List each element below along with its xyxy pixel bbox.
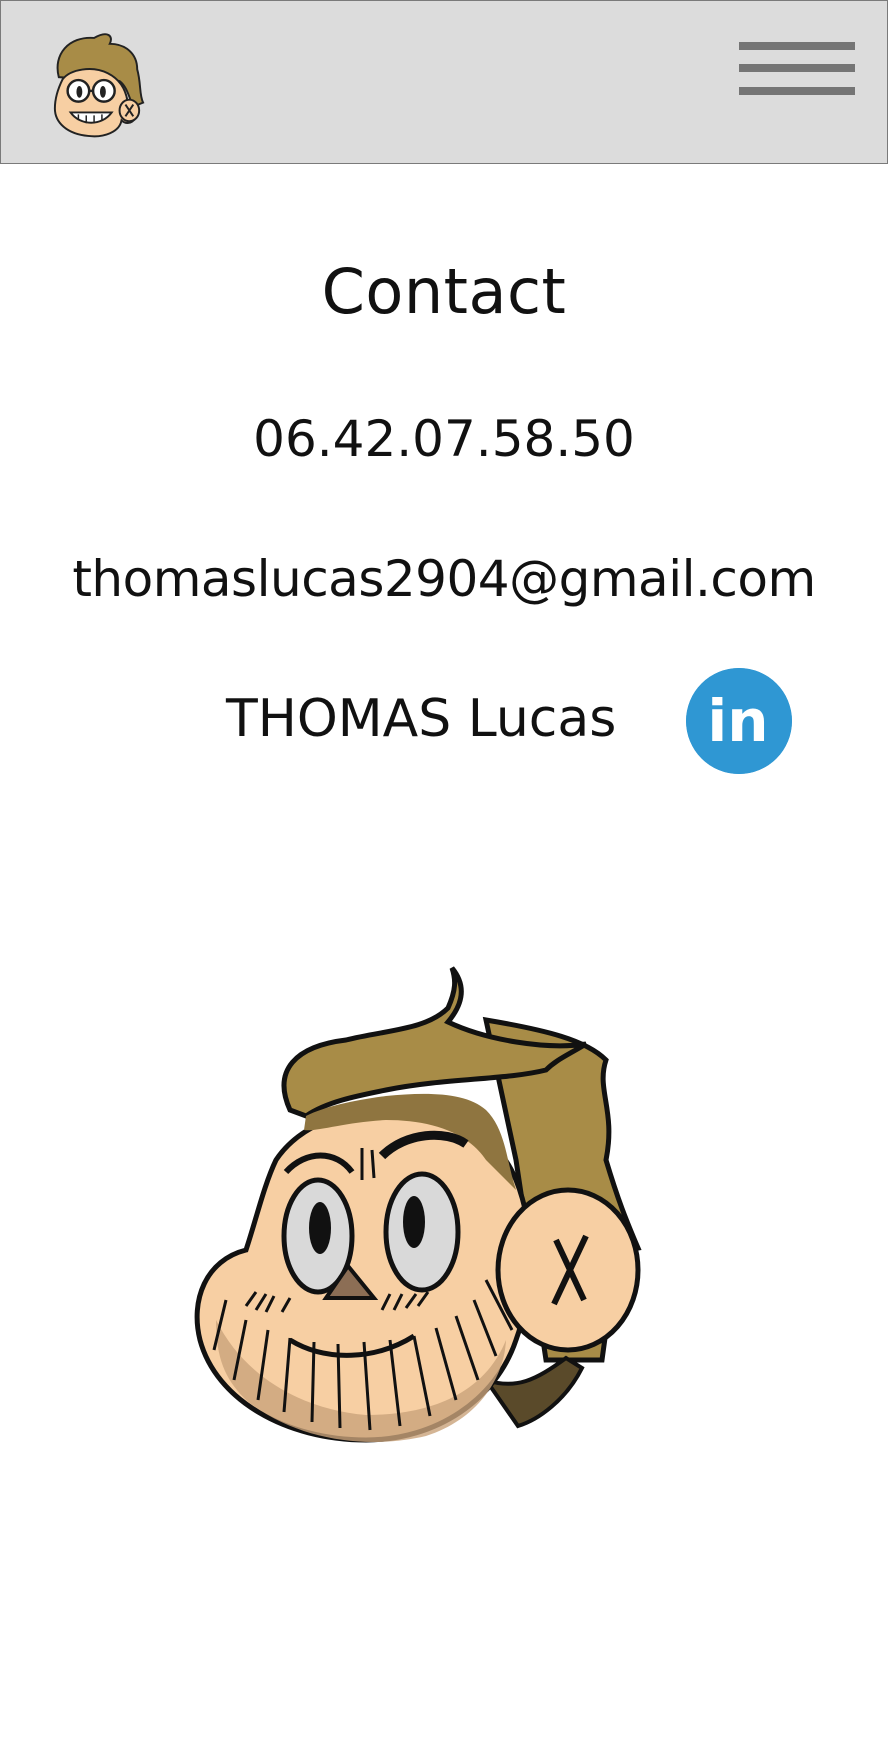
menu-bar-top (739, 42, 855, 50)
site-header (0, 0, 888, 164)
linkedin-icon-letters: in (707, 687, 768, 755)
linkedin-name-link[interactable]: THOMAS Lucas (226, 684, 616, 754)
menu-bar-middle (739, 64, 855, 72)
menu-bar-bottom (739, 87, 855, 95)
logo-face-icon[interactable] (49, 29, 147, 139)
linkedin-row: THOMAS Lucas in (0, 666, 888, 776)
hamburger-menu-icon[interactable] (739, 39, 857, 105)
phone-number-link[interactable]: 06.42.07.58.50 (0, 404, 888, 474)
contact-page: Contact 06.42.07.58.50 thomaslucas2904@g… (0, 0, 888, 1751)
linkedin-icon[interactable]: in (686, 668, 792, 774)
page-title: Contact (321, 255, 567, 328)
email-link[interactable]: thomaslucas2904@gmail.com (0, 544, 888, 614)
cartoon-avatar-icon (194, 966, 642, 1443)
